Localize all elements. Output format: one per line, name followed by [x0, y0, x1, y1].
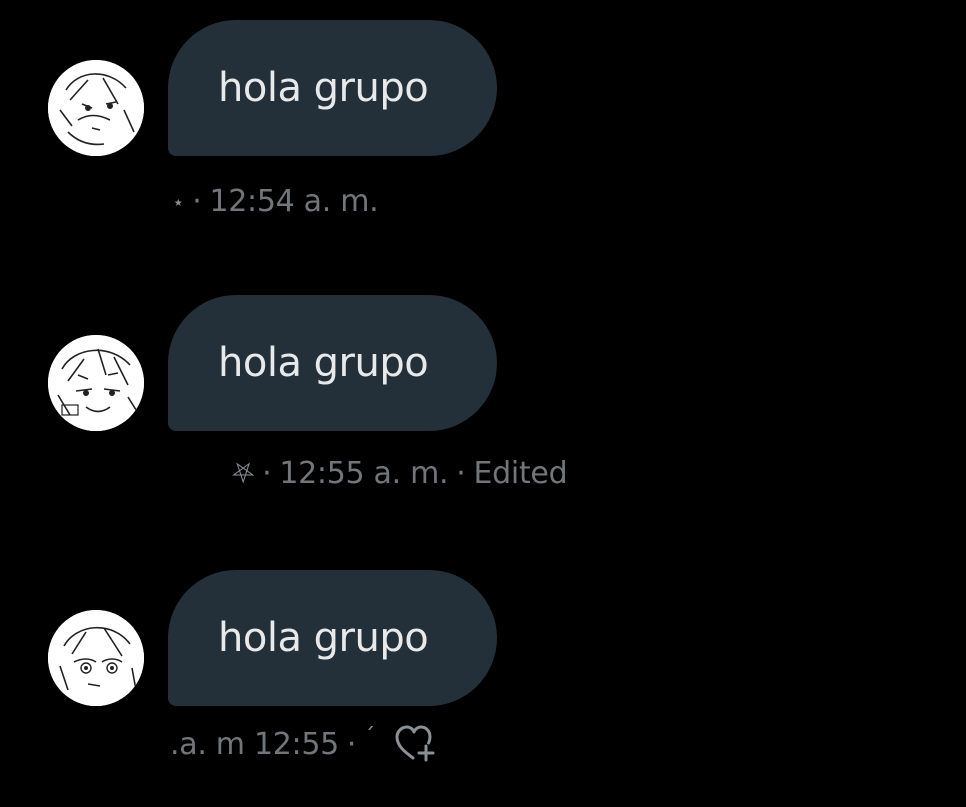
tick-glyph: ˊ	[364, 724, 375, 750]
avatar-image	[48, 335, 144, 431]
message-meta: ⛧ · 12:55 a. m. · Edited	[232, 456, 568, 491]
edited-label[interactable]: Edited	[474, 456, 568, 491]
message-bubble[interactable]: hola grupo	[168, 570, 497, 706]
meta-separator: ·	[456, 456, 466, 491]
meta-separator: ·	[346, 726, 357, 762]
message-text: hola grupo	[218, 340, 429, 386]
message-timestamp: 12:55 a. m.	[279, 456, 449, 491]
pentagram-glyph: ⛧	[232, 456, 255, 490]
avatar[interactable]	[48, 335, 144, 431]
star-glyph: ⋆	[172, 189, 185, 214]
avatar-image	[48, 610, 144, 706]
message-timestamp: 12:54 a. m.	[209, 184, 379, 219]
message-bubble[interactable]: hola grupo	[168, 295, 497, 431]
meta-separator: ·	[262, 456, 272, 491]
add-reaction-button[interactable]	[393, 724, 439, 764]
meta-separator: ·	[192, 184, 202, 219]
message-text: hola grupo	[218, 65, 429, 111]
avatar[interactable]	[48, 60, 144, 156]
avatar[interactable]	[48, 610, 144, 706]
message-timestamp: .a. m 12:55	[170, 726, 339, 762]
message-meta: .a. m 12:55 · ˊ	[170, 724, 439, 764]
heart-plus-icon	[395, 725, 435, 762]
message-text: hola grupo	[218, 615, 429, 661]
message-bubble[interactable]: hola grupo	[168, 20, 497, 156]
avatar-image	[48, 60, 144, 156]
message-meta: ⋆ · 12:54 a. m.	[172, 184, 379, 219]
